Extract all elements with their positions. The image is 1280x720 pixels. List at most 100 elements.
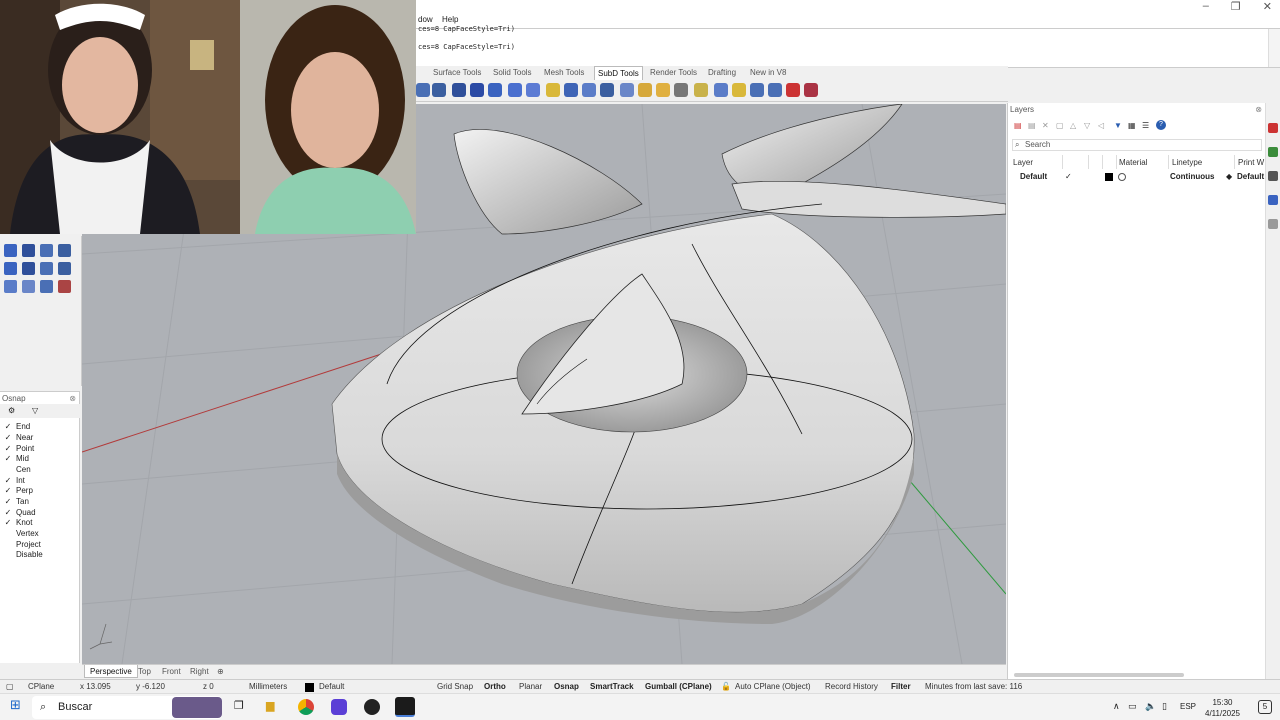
checkbox[interactable]: ✓ <box>4 518 12 527</box>
material-icon[interactable] <box>1118 173 1126 181</box>
tab-subd-tools[interactable]: SubD Tools <box>594 66 643 80</box>
layer-search-input[interactable]: ⌕ Search <box>1012 139 1262 151</box>
ortho-toggle[interactable]: Ortho <box>484 682 506 691</box>
checkbox[interactable]: ✓ <box>4 476 12 485</box>
taskbar-clock[interactable]: 15:30 4/11/2025 <box>1205 697 1240 719</box>
help-panel-icon[interactable] <box>1268 219 1278 229</box>
checkbox[interactable] <box>4 466 12 474</box>
subd-display-icon[interactable] <box>714 83 728 97</box>
text-tool-icon[interactable] <box>58 244 71 257</box>
loft-tool-icon[interactable] <box>4 262 17 275</box>
task-view-icon[interactable]: ❐ <box>234 699 244 712</box>
auto-cplane-toggle[interactable]: Auto CPlane (Object) <box>735 682 811 691</box>
osnap-perp[interactable]: ✓ Perp <box>4 485 33 496</box>
history-scrollbar[interactable] <box>1268 29 1280 67</box>
help-icon[interactable]: ? <box>1156 120 1166 130</box>
rhino-icon[interactable] <box>395 697 415 717</box>
record-history-toggle[interactable]: Record History <box>825 682 878 691</box>
tab-perspective[interactable]: Perspective <box>84 665 138 678</box>
tab-new-in-v8[interactable]: New in V8 <box>750 68 786 77</box>
subd-crease-icon[interactable] <box>488 83 502 97</box>
units[interactable]: Millimeters <box>249 682 287 691</box>
array-tool-icon[interactable] <box>4 280 17 293</box>
subd-box-icon[interactable] <box>432 83 446 97</box>
taskbar-search-box[interactable]: ⌕ Buscar <box>32 696 222 719</box>
subd-list-icon[interactable] <box>674 83 688 97</box>
discord-icon[interactable] <box>331 699 347 715</box>
battery-icon[interactable]: ▯ <box>1162 701 1167 712</box>
subd-no-icon[interactable] <box>786 83 800 97</box>
checkbox[interactable]: ✓ <box>4 486 12 495</box>
osnap-cen[interactable]: Cen <box>4 464 31 475</box>
new-layer-icon[interactable]: ▤ <box>1014 121 1022 130</box>
osnap-vertex[interactable]: Vertex <box>4 528 39 539</box>
osnap-tan[interactable]: ✓ Tan <box>4 496 29 507</box>
grid-snap-toggle[interactable]: Grid Snap <box>437 682 473 691</box>
subd-slide-icon[interactable] <box>600 83 614 97</box>
subd-sphere-icon[interactable] <box>416 83 430 97</box>
layers-panel-icon[interactable] <box>1268 123 1278 133</box>
subd-symmetry-icon[interactable] <box>804 83 818 97</box>
subd-extrude-icon[interactable] <box>546 83 560 97</box>
curve-tool-icon[interactable] <box>4 244 17 257</box>
checkbox[interactable]: ✓ <box>4 508 12 517</box>
tab-drafting[interactable]: Drafting <box>708 68 736 77</box>
subd-fill-icon[interactable] <box>564 83 578 97</box>
columns-icon[interactable]: ▦ <box>1128 121 1136 130</box>
subd-toggle-icon[interactable] <box>768 83 782 97</box>
filter-icon[interactable]: ▽ <box>32 406 38 415</box>
close-icon[interactable]: ⊗ <box>69 394 76 403</box>
checkbox[interactable]: ✓ <box>4 454 12 463</box>
current-layer-check[interactable]: ✓ <box>1065 172 1072 181</box>
filter-icon[interactable]: ▼ <box>1114 121 1122 130</box>
file-explorer-icon[interactable]: ▆ <box>266 699 274 712</box>
tab-surface-tools[interactable]: Surface Tools <box>433 68 481 77</box>
subd-box-mode-icon[interactable] <box>750 83 764 97</box>
windows-start-icon[interactable]: ⊞ <box>10 697 21 713</box>
layer-linetype[interactable]: Continuous <box>1170 172 1214 181</box>
dimension-tool-icon[interactable] <box>40 280 53 293</box>
column-layer[interactable]: Layer <box>1013 158 1033 167</box>
layer-color-swatch[interactable] <box>1105 173 1113 181</box>
tab-render-tools[interactable]: Render Tools <box>650 68 697 77</box>
layer-name[interactable]: Default <box>1020 172 1047 181</box>
language-indicator[interactable]: ESP <box>1180 702 1196 711</box>
column-material[interactable]: Material <box>1119 158 1147 167</box>
planar-toggle[interactable]: Planar <box>519 682 542 691</box>
obs-icon[interactable] <box>364 699 380 715</box>
subd-grid-icon[interactable] <box>452 83 466 97</box>
properties-panel-icon[interactable] <box>1268 171 1278 181</box>
close-icon[interactable]: ⊗ <box>1255 105 1262 114</box>
tab-mesh-tools[interactable]: Mesh Tools <box>544 68 584 77</box>
points-tool-icon[interactable] <box>22 280 35 293</box>
gumball-toggle[interactable]: Gumball (CPlane) <box>645 682 712 691</box>
column-print-width[interactable]: Print W <box>1238 158 1264 167</box>
menu-window[interactable]: dow <box>418 15 433 24</box>
subd-weld-icon[interactable] <box>638 83 652 97</box>
minimize-icon[interactable]: – <box>1203 0 1209 13</box>
subd-smooth-icon[interactable] <box>732 83 746 97</box>
notification-badge[interactable]: 5 <box>1258 700 1272 714</box>
add-viewport-icon[interactable]: ⊕ <box>217 667 224 676</box>
tab-front[interactable]: Front <box>162 667 181 676</box>
osnap-end[interactable]: ✓ End <box>4 421 31 432</box>
tab-right[interactable]: Right <box>190 667 209 676</box>
subd-bridge-icon[interactable] <box>508 83 522 97</box>
move-parent-icon[interactable]: ◁ <box>1098 121 1104 130</box>
checkbox[interactable]: ✓ <box>4 422 12 431</box>
move-up-icon[interactable]: △ <box>1070 121 1076 130</box>
monitor-icon[interactable]: ▭ <box>1128 701 1137 712</box>
copy-icon[interactable]: ▢ <box>1056 121 1064 130</box>
osnap-knot[interactable]: ✓ Knot <box>4 517 33 528</box>
tab-top[interactable]: Top <box>138 667 151 676</box>
osnap-near[interactable]: ✓ Near <box>4 432 34 443</box>
settings-icon[interactable]: ⚙ <box>8 406 15 415</box>
transform-tool-icon[interactable] <box>58 280 71 293</box>
subd-edit-icon[interactable] <box>470 83 484 97</box>
subd-match-icon[interactable] <box>656 83 670 97</box>
current-layer[interactable]: Default <box>319 682 344 691</box>
polyline-tool-icon[interactable] <box>22 244 35 257</box>
subd-convert-icon[interactable] <box>694 83 708 97</box>
subd-insert-edge-icon[interactable] <box>620 83 634 97</box>
move-down-icon[interactable]: ▽ <box>1084 121 1090 130</box>
